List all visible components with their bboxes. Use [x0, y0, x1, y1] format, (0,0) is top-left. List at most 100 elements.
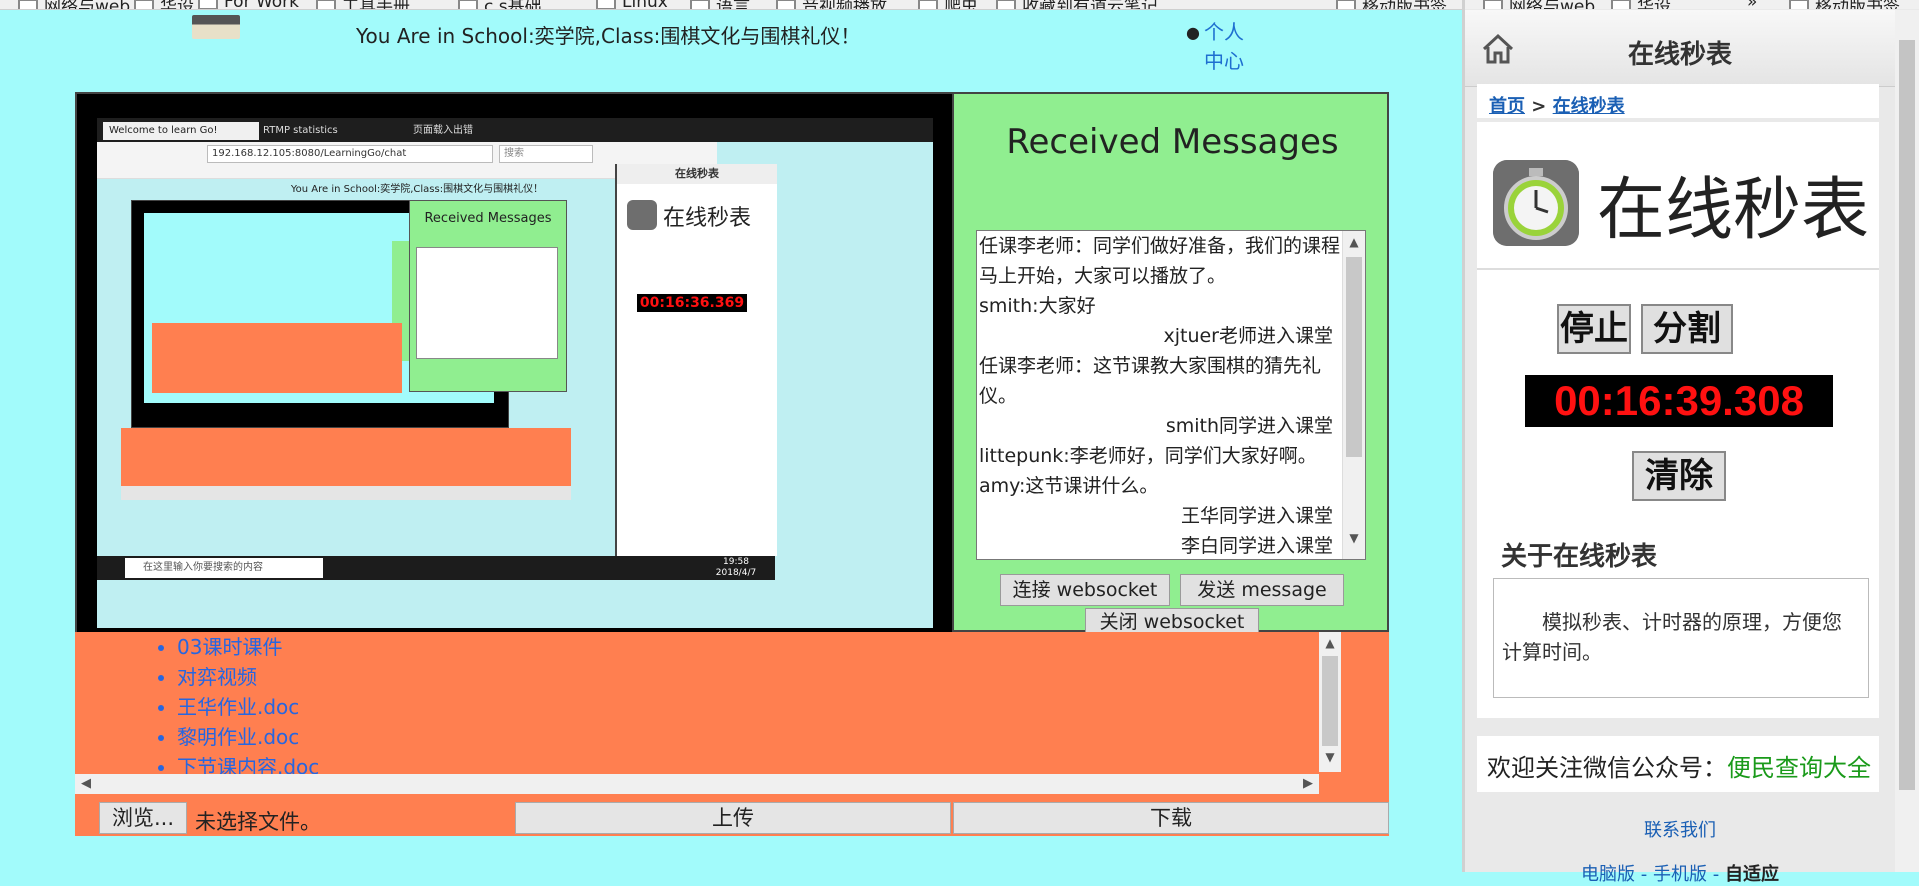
- gear-icon: [996, 0, 1016, 9]
- folder-icon: [18, 0, 38, 9]
- message-item: amy:这节课讲什么。: [979, 475, 1159, 497]
- folder-icon: [134, 0, 154, 9]
- message-item: 李白同学进入课堂: [1180, 535, 1333, 557]
- about-box: 模拟秒表、计时器的原理，方便您计算时间。: [1493, 578, 1869, 698]
- bullet-icon: ●: [1186, 23, 1200, 42]
- nested-tab-strip: Welcome to learn Go! RTMP statistics 页面载…: [97, 118, 933, 142]
- shared-screen: Welcome to learn Go! RTMP statistics 页面载…: [97, 118, 933, 628]
- file-item[interactable]: 王华作业.doc: [177, 692, 319, 722]
- bookmark-tools[interactable]: 工具手册: [316, 0, 410, 9]
- message-item: littepunk:李老师好，同学们大家好啊。: [979, 445, 1317, 467]
- divider: [1477, 268, 1879, 270]
- breadcrumb-current-link[interactable]: 在线秒表: [1553, 96, 1625, 117]
- user-center-link[interactable]: ● 个人中心: [1186, 18, 1248, 76]
- message-list: 任课李老师：同学们做好准备，我们的课程马上开始，大家可以播放了。 smith:大家…: [979, 231, 1341, 559]
- bookmark-lang[interactable]: 语言: [690, 0, 750, 9]
- nested-tab: RTMP statistics: [263, 125, 338, 136]
- scroll-up-icon[interactable]: ▲: [1319, 636, 1341, 650]
- message-item: xjtuer老师进入课堂: [1163, 325, 1333, 347]
- footer-links: 电脑版 - 手机版 - 自适应: [1581, 864, 1779, 885]
- received-messages-panel: Received Messages 任课李老师：同学们做好准备，我们的课程马上开…: [952, 92, 1389, 636]
- scroll-down-icon[interactable]: ▼: [1319, 750, 1341, 764]
- nested-taskbar-search: 在这里输入你要搜索的内容: [125, 558, 323, 578]
- bookmark-youdao[interactable]: 收藏到有道云笔记: [996, 0, 1158, 9]
- app-name: 在线秒表: [1597, 171, 1870, 250]
- desktop-version-link[interactable]: 电脑版: [1581, 864, 1635, 885]
- bookmarks-overflow[interactable]: »: [1747, 0, 1757, 9]
- nested-timer: 00:16:36.369: [637, 294, 747, 312]
- folder-icon: [1611, 0, 1631, 9]
- bookmark-huashe[interactable]: 华设: [1611, 0, 1671, 9]
- mobile-header: 在线秒表: [1465, 10, 1895, 87]
- folder-icon: [316, 0, 336, 9]
- upload-button[interactable]: 上传: [515, 802, 951, 834]
- bookmark-linux[interactable]: Linux: [596, 0, 668, 9]
- bookmark-cs[interactable]: c s基础: [458, 0, 542, 9]
- scroll-thumb[interactable]: [1346, 257, 1362, 457]
- bookmarks-bar: 网络与web 华设 For Work 工具手册 c s基础 Linux 语言 音…: [0, 0, 1462, 10]
- folder-icon: [596, 0, 616, 9]
- folder-icon: [690, 0, 710, 9]
- file-item[interactable]: 黎明作业.doc: [177, 722, 319, 752]
- contact-link[interactable]: 联系我们: [1465, 816, 1895, 842]
- browse-button[interactable]: 浏览...: [99, 802, 187, 834]
- message-item: 任课李老师：这节课教大家围棋的猜先礼仪。: [979, 355, 1322, 407]
- message-item: smith:大家好: [979, 295, 1096, 317]
- nested-url-bar: 192.168.12.105:8080/LearningGo/chat 搜索: [97, 142, 717, 165]
- send-message-button[interactable]: 发送 message: [1180, 574, 1344, 606]
- message-item: 王华同学进入课堂: [1180, 505, 1333, 527]
- video-player[interactable]: Welcome to learn Go! RTMP statistics 页面载…: [75, 92, 955, 636]
- message-scrollbar[interactable]: ▲ ▼: [1342, 231, 1365, 559]
- nested-tab: Welcome to learn Go!: [103, 122, 259, 140]
- message-item: 任课李老师：同学们做好准备，我们的课程马上开始，大家可以播放了。: [979, 235, 1341, 287]
- bookmark-media[interactable]: 音视频播放: [776, 0, 887, 9]
- school-logo: [192, 15, 240, 39]
- folder-icon: [918, 0, 938, 9]
- breadcrumb-home-link[interactable]: 首页: [1489, 96, 1525, 117]
- message-item: smith同学进入课堂: [1165, 415, 1333, 437]
- bookmark-for-work[interactable]: For Work: [198, 0, 299, 9]
- file-item[interactable]: 03课时课件: [177, 632, 319, 662]
- scroll-thumb[interactable]: [1899, 40, 1915, 790]
- mobile-scrollbar[interactable]: [1895, 10, 1919, 872]
- bookmark-web[interactable]: 网络与web: [1483, 0, 1595, 9]
- message-box[interactable]: 任课李老师：同学们做好准备，我们的课程马上开始，大家可以播放了。 smith:大家…: [976, 230, 1366, 560]
- received-title: Received Messages: [1006, 122, 1339, 162]
- adaptive-version-link[interactable]: 自适应: [1725, 864, 1779, 885]
- scroll-up-icon[interactable]: ▲: [1343, 235, 1365, 249]
- scroll-left-icon[interactable]: ◀: [81, 776, 91, 791]
- nested-mobile: 在线秒表 在线秒表 00:16:36.369: [615, 164, 777, 556]
- bookmark-mobile[interactable]: 移动版书签: [1336, 0, 1447, 9]
- bookmark-mobile[interactable]: 移动版书签: [1789, 0, 1900, 9]
- mobile-header-title: 在线秒表: [1627, 40, 1732, 70]
- nested-tab: 页面载入出错: [413, 125, 473, 136]
- upload-bar: 浏览... 未选择文件。 上传 下载: [75, 800, 1389, 836]
- wechat-account: 便民查询大全: [1727, 754, 1871, 782]
- stop-button[interactable]: 停止: [1557, 304, 1631, 354]
- folder-icon: [458, 0, 478, 9]
- mobile-version-link[interactable]: 手机版: [1653, 864, 1707, 885]
- folder-icon: [776, 0, 796, 9]
- bookmark-crawler[interactable]: 爬虫: [918, 0, 978, 9]
- connect-websocket-button[interactable]: 连接 websocket: [1000, 574, 1170, 606]
- nested-upload: [121, 486, 571, 500]
- class-title: You Are in School:奕学院,Class:围棋文化与围棋礼仪！: [356, 24, 861, 48]
- file-item[interactable]: 对弈视频: [177, 662, 319, 692]
- about-title: 关于在线秒表: [1501, 542, 1658, 572]
- clear-button[interactable]: 清除: [1632, 451, 1726, 501]
- bookmark-web[interactable]: 网络与web: [18, 0, 130, 9]
- mobile-icon: [1336, 0, 1356, 9]
- download-button[interactable]: 下载: [953, 802, 1389, 834]
- nested-taskbar: 在这里输入你要搜索的内容 19:58 2018/4/7: [97, 556, 775, 580]
- bookmark-huashe[interactable]: 华设: [134, 0, 194, 9]
- scroll-right-icon[interactable]: ▶: [1303, 776, 1313, 791]
- mobile-pane: 网络与web 华设 » 移动版书签 在线秒表 首页 > 在线秒表 在线秒表 停止…: [1465, 0, 1919, 885]
- files-vertical-scrollbar[interactable]: ▲ ▼: [1319, 632, 1341, 772]
- split-button[interactable]: 分割: [1641, 304, 1733, 354]
- files-horizontal-scrollbar[interactable]: ◀ ▶: [75, 774, 1319, 794]
- nested-search: 搜索: [499, 145, 593, 163]
- scroll-thumb[interactable]: [1322, 656, 1338, 746]
- folder-icon: [1483, 0, 1503, 9]
- nested-clock: 19:58 2018/4/7: [715, 557, 757, 578]
- scroll-down-icon[interactable]: ▼: [1343, 531, 1365, 545]
